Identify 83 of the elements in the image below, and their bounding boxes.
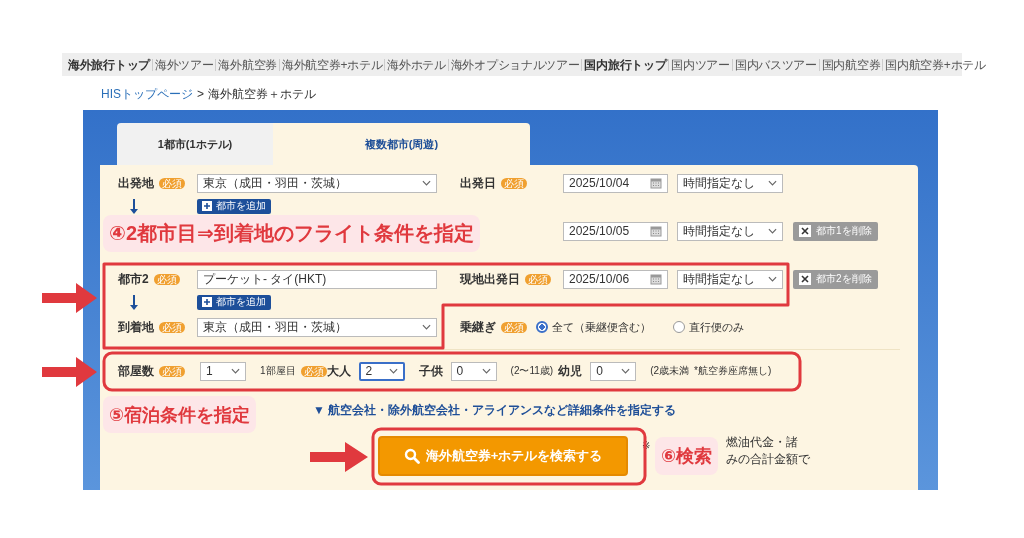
- breadcrumb-separator: >: [197, 87, 205, 101]
- nav-link[interactable]: 海外航空券: [215, 58, 279, 71]
- breadcrumb-current: 海外航空券＋ホテル: [208, 85, 317, 103]
- time-select[interactable]: 時間指定なし: [677, 173, 783, 193]
- calendar-icon: [650, 273, 662, 285]
- down-arrow-icon: [129, 295, 139, 311]
- nav-link[interactable]: 国内航空券: [818, 58, 883, 71]
- field-label: 子供: [418, 362, 443, 380]
- seat-note: *航空券座席無し): [694, 364, 772, 378]
- field-label: 乗継ぎ: [460, 318, 496, 336]
- field-label: 到着地: [118, 318, 154, 336]
- nav-link[interactable]: 海外ホテル: [384, 58, 448, 71]
- required-badge: 必須: [159, 365, 185, 377]
- calendar-icon: [650, 177, 662, 189]
- calendar-icon: [650, 225, 662, 237]
- note-text: みの合計金額で: [726, 451, 811, 468]
- radio-option[interactable]: 直行便のみ: [673, 319, 744, 335]
- nav-link[interactable]: 海外旅行トップ: [66, 58, 152, 71]
- arrow: [42, 357, 97, 387]
- guest-select[interactable]: 2: [358, 361, 405, 381]
- breadcrumb-link[interactable]: HISトップページ: [101, 85, 193, 103]
- arrow: [310, 442, 368, 472]
- radio-option[interactable]: 全て（乗継便含む）: [536, 319, 651, 335]
- required-badge: 必須: [159, 321, 185, 333]
- nav-link[interactable]: 海外ツアー: [151, 58, 216, 71]
- nav-link[interactable]: 国内ツアー: [668, 58, 732, 71]
- date-field[interactable]: 2025/10/04: [563, 173, 668, 193]
- city-select[interactable]: 東京（成田・羽田・茨城）: [197, 317, 437, 337]
- close-icon: [799, 273, 811, 285]
- field-label: 出発地: [118, 174, 154, 192]
- required-badge: 必須: [159, 177, 185, 189]
- chevron-icon: [768, 180, 777, 186]
- required-badge: 必須: [153, 273, 180, 285]
- chevron-icon: [422, 324, 431, 330]
- tab[interactable]: 複数都市(周遊): [273, 123, 530, 165]
- annotation-label: ⑥検索: [655, 437, 719, 475]
- field-label: 出発日: [460, 174, 496, 192]
- required-badge: 必須: [501, 177, 527, 189]
- guest-select[interactable]: 0: [450, 361, 497, 381]
- tab[interactable]: 1都市(1ホテル): [117, 123, 273, 165]
- annotation-label: ④2都市目⇒到着地のフライト条件を指定: [103, 215, 480, 252]
- guest-select[interactable]: 0: [590, 361, 637, 381]
- chevron-icon: [422, 180, 431, 186]
- required-badge: 必須: [525, 273, 551, 285]
- room-count-select[interactable]: 1: [200, 361, 246, 381]
- annotation-label: ⑤宿泊条件を指定: [103, 396, 257, 433]
- nav-link[interactable]: 海外オプショナルツアー: [447, 58, 582, 71]
- field-label: 部屋数: [118, 362, 154, 380]
- search-icon: [403, 448, 420, 464]
- field-label: 大人: [326, 362, 351, 380]
- chevron-icon: [481, 368, 491, 374]
- required-badge: 必須: [300, 365, 327, 377]
- close-icon: [799, 225, 811, 237]
- required-badge: 必須: [501, 321, 527, 333]
- age-note: (2〜11歳): [510, 364, 554, 378]
- note-text: 燃油代金・諸: [726, 434, 800, 451]
- date-field[interactable]: 2025/10/05: [563, 221, 668, 241]
- city-input[interactable]: プーケット- タイ(HKT): [197, 269, 437, 289]
- details-link[interactable]: ▼ 航空会社・除外航空会社・アライアンスなど詳細条件を指定する: [313, 403, 677, 417]
- field-label: 都市2: [118, 270, 149, 288]
- field-label: 現地出発日: [460, 270, 520, 288]
- date-field[interactable]: 2025/10/06: [563, 269, 668, 289]
- chevron-icon: [768, 228, 777, 234]
- chevron-icon: [621, 368, 631, 374]
- nav-link[interactable]: 国内航空券+ホテル: [882, 58, 988, 71]
- nav-link[interactable]: 国内旅行トップ: [581, 58, 669, 71]
- plus-icon: [202, 297, 212, 307]
- room-label: 1部屋目: [260, 364, 296, 378]
- age-note: (2歳未満: [650, 364, 690, 378]
- time-select[interactable]: 時間指定なし: [677, 269, 783, 289]
- city-select[interactable]: 東京（成田・羽田・茨城）: [197, 173, 437, 193]
- chevron-icon: [768, 276, 777, 282]
- down-arrow-icon: [129, 199, 139, 215]
- arrow: [42, 283, 97, 313]
- nav-link[interactable]: 海外航空券+ホテル: [278, 58, 385, 71]
- time-select[interactable]: 時間指定なし: [677, 221, 783, 241]
- field-label: 幼児: [558, 362, 583, 380]
- add-city-button[interactable]: 都市を追加: [197, 198, 271, 214]
- nav-link[interactable]: 国内バスツアー: [731, 58, 819, 71]
- chevron-icon: [231, 368, 240, 374]
- add-city-button[interactable]: 都市を追加: [197, 294, 271, 310]
- chevron-icon: [388, 368, 398, 374]
- plus-icon: [202, 201, 212, 211]
